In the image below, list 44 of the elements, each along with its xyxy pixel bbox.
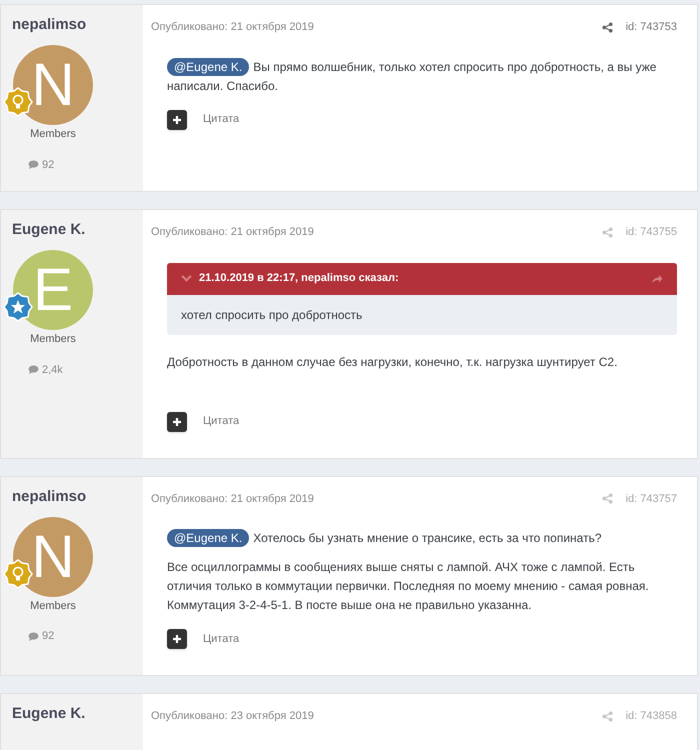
member-group: Members [12, 598, 94, 614]
plus-icon [172, 416, 182, 426]
post-date: Опубликовано: 21 октября 2019 [151, 225, 315, 240]
post-date: Опубликовано: 21 октября 2019 [151, 20, 315, 35]
author-name[interactable]: Eugene K. [12, 220, 132, 240]
share-icon[interactable] [602, 22, 613, 33]
comment-icon [28, 632, 39, 641]
post-text: Добротность в данном случае без нагрузки, конечно, т.к. нагрузка шунтирует С2. [167, 354, 618, 370]
post-id-link[interactable]: id: 743753 [626, 19, 677, 36]
star-badge-icon [3, 292, 33, 322]
post-text: @Eugene K. Хотелось бы узнать мнение о трансике, есть за что попинать? [167, 529, 677, 548]
user-avatar[interactable]: N [13, 516, 93, 596]
post-count: 2,4k [42, 362, 63, 378]
member-group: Members [12, 331, 94, 348]
bulb-badge-icon [3, 558, 33, 588]
quote-link[interactable]: Цитата [203, 111, 240, 128]
post-count: 92 [42, 629, 54, 644]
post-date: Опубликовано: 23 октября 2019 [151, 709, 315, 724]
mention-link[interactable]: @Eugene K. [167, 529, 250, 547]
plus-icon [172, 634, 182, 644]
post-text: Все осциллограммы в сообщениях выше сняты с лампой. АЧХ тоже с лампой. Есть отличия только в коммутации первички. Последняя по моему мнению - самая ровная. Коммутация 3-2-4-5-1. В посте выше она не правильно указанна. [167, 559, 650, 614]
plus-icon [172, 114, 182, 124]
quote-link[interactable]: Цитата [203, 413, 240, 430]
comment-icon [28, 365, 39, 374]
mention-link[interactable]: @Eugene K. [167, 58, 250, 76]
quote-link[interactable]: Цитата [203, 630, 240, 648]
add-button[interactable] [167, 412, 187, 432]
quote-text: хотел спросить про добротность [180, 306, 364, 324]
add-button[interactable] [167, 629, 187, 649]
post-id-link[interactable]: id: 743755 [626, 224, 677, 240]
forward-arrow-icon [651, 274, 663, 284]
member-group: Members [12, 126, 94, 142]
author-name[interactable]: nepalimso [12, 15, 132, 35]
comment-icon [28, 160, 39, 170]
user-avatar[interactable]: N [13, 45, 93, 125]
quote-author: 21.10.2019 в 22:17, nepalimso сказал: [199, 271, 400, 286]
author-name[interactable]: nepalimso [12, 486, 132, 506]
post-id-link[interactable]: id: 743757 [626, 490, 677, 507]
post-date: Опубликовано: 21 октября 2019 [151, 492, 315, 506]
post-count: 92 [42, 158, 54, 172]
add-button[interactable] [167, 110, 187, 130]
post-text: @Eugene K. Вы прямо волшебник, только хотел спросить про добротность, а вы уже написали. Спасибо. [167, 58, 658, 94]
bulb-badge-icon [3, 87, 33, 117]
post-id-link[interactable]: id: 743858 [626, 708, 677, 724]
